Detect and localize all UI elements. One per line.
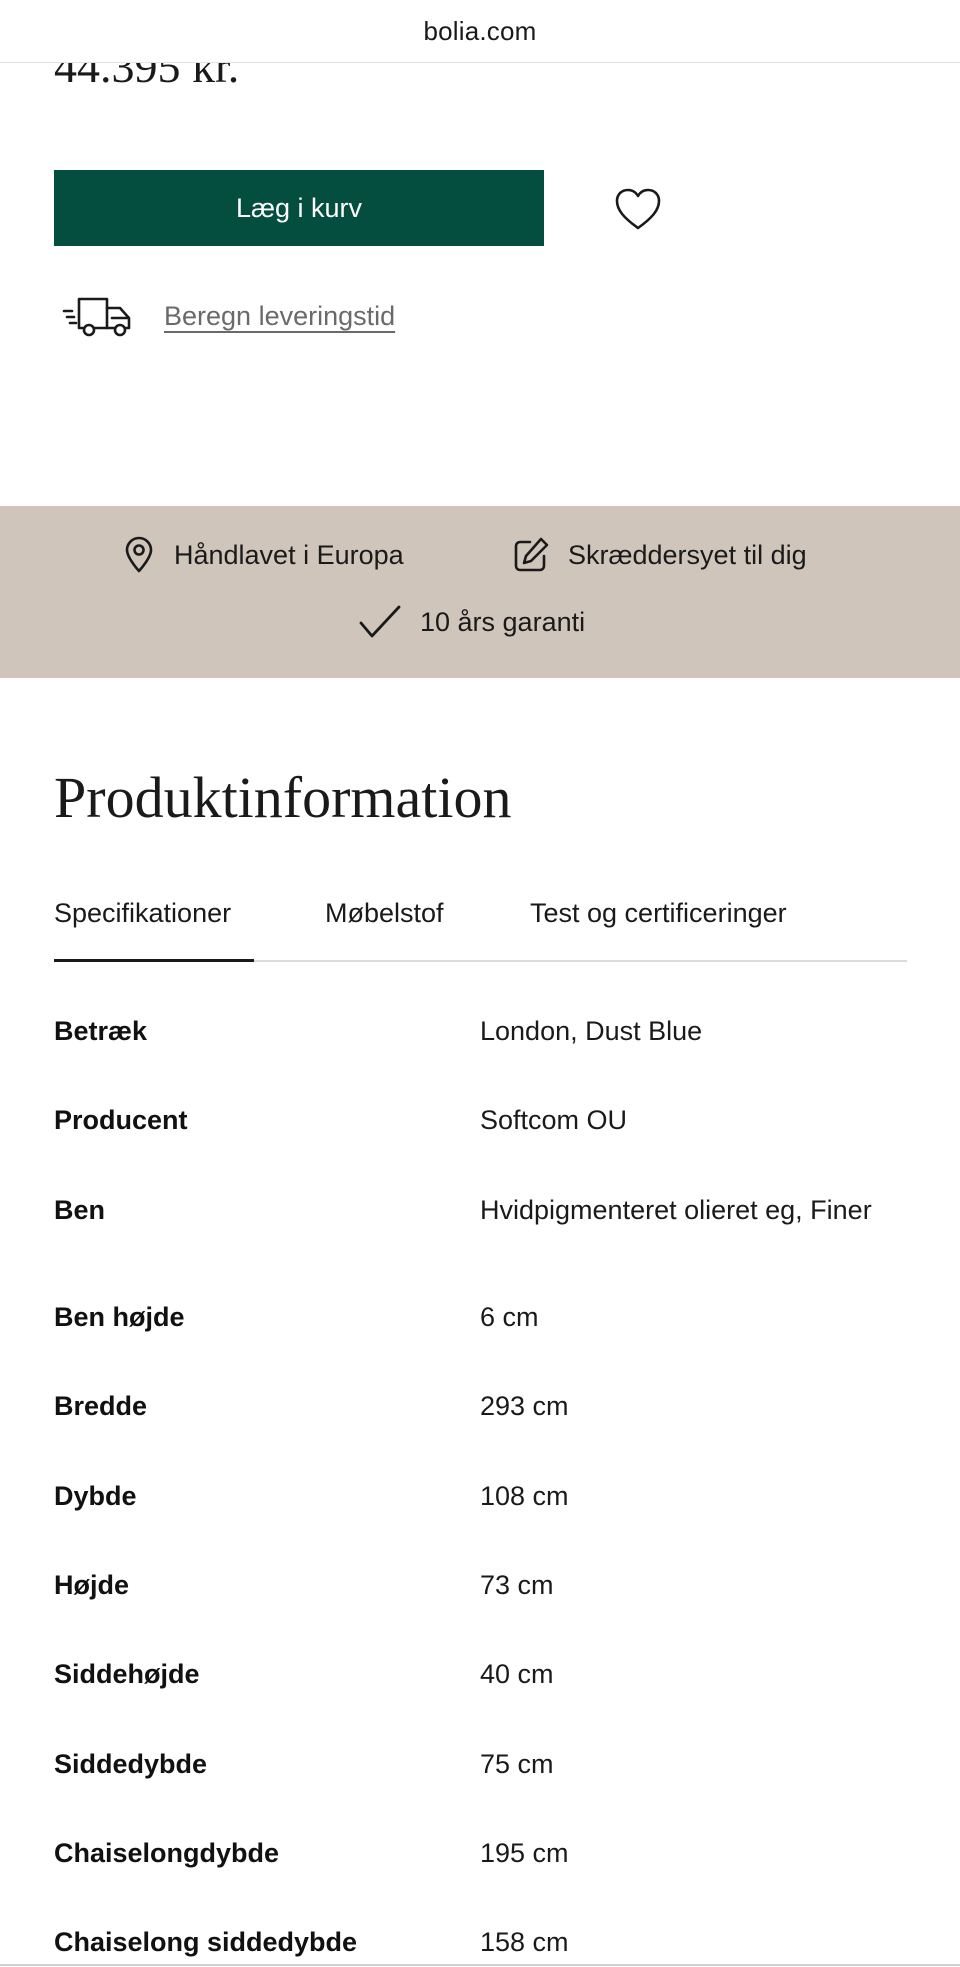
tab-upholstery[interactable]: Møbelstof	[325, 898, 444, 929]
spec-label: Siddehøjde	[54, 1659, 200, 1689]
url-text[interactable]: bolia.com	[423, 16, 536, 47]
product-info-heading: Produktinformation	[54, 765, 512, 830]
delivery-truck-icon	[62, 297, 131, 337]
spec-value: 158 cm	[480, 1927, 569, 1957]
spec-label: Chaiselongdybde	[54, 1838, 280, 1868]
spec-value: 73 cm	[480, 1570, 554, 1600]
spec-value: 195 cm	[480, 1838, 569, 1868]
usp-label: Håndlavet i Europa	[174, 539, 404, 570]
spec-value: Hvidpigmenteret olieret eg, Finer	[480, 1195, 872, 1225]
spec-label: Producent	[54, 1105, 188, 1135]
usp-label: Skræddersyet til dig	[568, 539, 807, 570]
spec-value: Softcom OU	[480, 1105, 628, 1135]
spec-label: Dybde	[54, 1481, 137, 1511]
spec-value: 75 cm	[480, 1749, 554, 1779]
add-to-cart-button[interactable]: Læg i kurv	[54, 170, 544, 246]
spec-label: Ben	[54, 1195, 106, 1225]
edit-icon	[514, 537, 549, 572]
calculate-delivery-link[interactable]: Beregn leveringstid	[164, 301, 395, 332]
spec-value: London, Dust Blue	[480, 1016, 703, 1046]
usp-warranty: 10 års garanti	[358, 604, 585, 640]
spec-value: 108 cm	[480, 1481, 569, 1511]
usp-banner	[0, 506, 960, 678]
usp-label: 10 års garanti	[420, 606, 586, 637]
spec-value: 293 cm	[480, 1391, 569, 1421]
spec-label: Betræk	[54, 1016, 148, 1046]
favorite-button[interactable]	[610, 184, 666, 234]
product-info-tabs: Specifikationer Møbelstof Test og certif…	[54, 892, 907, 962]
browser-url-bar[interactable]: bolia.com	[0, 0, 960, 63]
active-tab-indicator	[54, 959, 254, 962]
tab-tests-certifications[interactable]: Test og certificeringer	[530, 898, 787, 929]
usp-handmade: Håndlavet i Europa	[122, 536, 404, 574]
usp-tailored: Skræddersyet til dig	[512, 536, 807, 574]
spec-label: Bredde	[54, 1391, 148, 1421]
location-pin-icon	[125, 536, 153, 573]
delivery-estimate: Beregn leveringstid	[62, 294, 395, 338]
spec-value: 40 cm	[480, 1659, 554, 1689]
page-divider	[0, 1964, 960, 1966]
spec-label: Højde	[54, 1570, 130, 1600]
tab-specifications[interactable]: Specifikationer	[54, 898, 231, 929]
spec-label: Siddedybde	[54, 1749, 208, 1779]
checkmark-icon	[359, 605, 401, 638]
spec-label: Ben højde	[54, 1302, 185, 1332]
heart-icon	[615, 188, 661, 230]
spec-label: Chaiselong siddedybde	[54, 1927, 358, 1957]
spec-value: 6 cm	[480, 1302, 539, 1332]
